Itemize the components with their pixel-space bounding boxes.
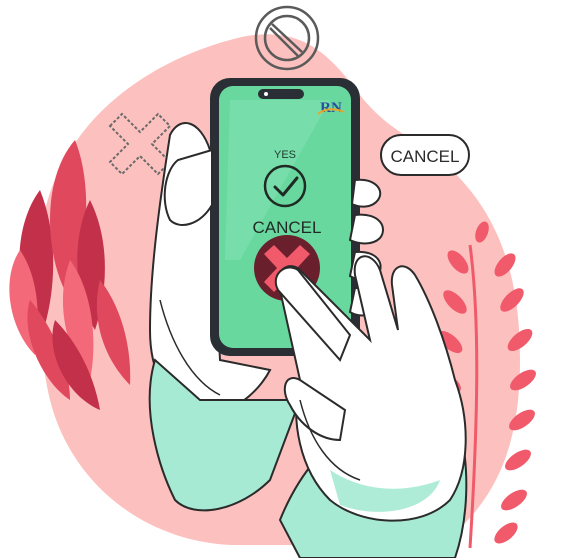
cancel-pill-label: CANCEL [391,147,460,166]
illustration-canvas: CANCEL RN YES CANCEL [9,5,536,558]
logo-text: RN [320,100,342,116]
cancel-label: CANCEL [253,218,322,237]
yes-label: YES [274,149,296,161]
prohibited-icon [254,5,320,71]
cancel-pill[interactable]: CANCEL [380,134,470,176]
camera-dot [264,92,268,96]
